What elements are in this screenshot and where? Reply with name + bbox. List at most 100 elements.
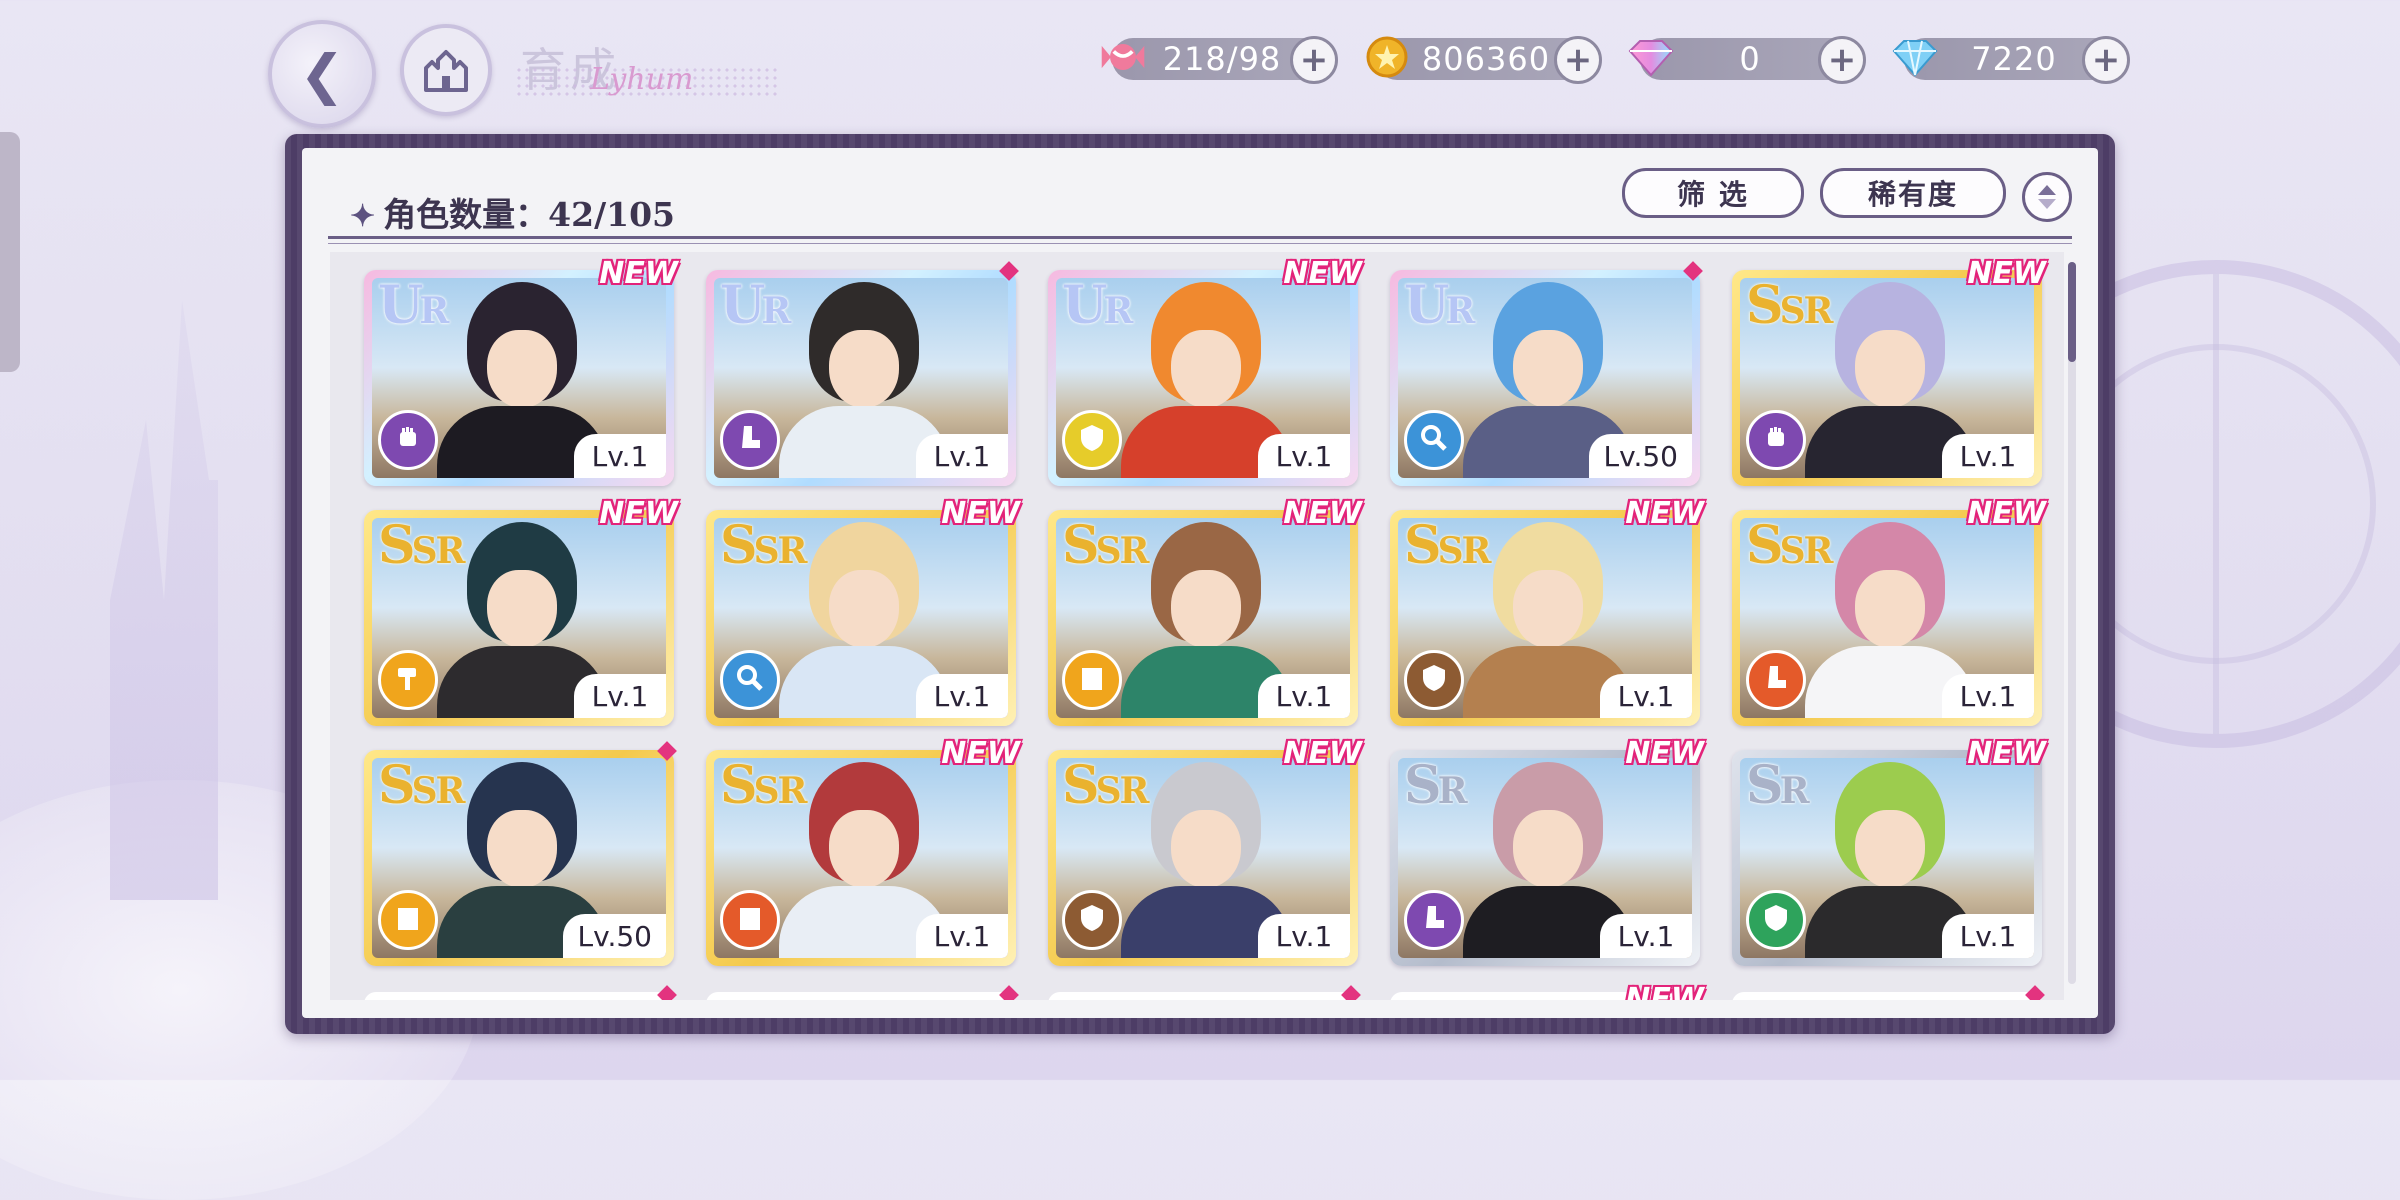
new-badge: NEW <box>1283 736 1362 771</box>
character-card[interactable]: SSR Lv.1 NEW <box>1390 496 1704 726</box>
character-card[interactable]: UR Lv.1 NEW <box>364 256 678 486</box>
character-portrait: SSR Lv.1 <box>714 518 1008 718</box>
level-label: Lv.1 <box>1258 914 1350 958</box>
paid-gems-counter: 0 + <box>1628 36 1866 84</box>
character-card-partial[interactable] <box>1732 985 2045 1000</box>
portrait-face <box>1171 810 1241 888</box>
side-drawer-handle[interactable] <box>0 132 20 372</box>
character-portrait: SSR Lv.1 <box>1740 278 2034 478</box>
shield-icon <box>1760 902 1792 938</box>
rainbow-diamond-icon <box>1626 32 1676 82</box>
character-card-partial[interactable]: NEW <box>1390 982 1704 1000</box>
attribute-badge <box>1404 890 1464 950</box>
new-badge: NEW <box>1967 496 2046 531</box>
character-card-partial[interactable] <box>364 985 677 1000</box>
character-card[interactable]: SSR Lv.1 NEW <box>364 496 678 726</box>
sort-order-button[interactable] <box>2022 172 2072 222</box>
rarity-label: SSR <box>1062 758 1149 816</box>
rarity-label: SSR <box>720 758 807 816</box>
character-portrait: UR Lv.1 <box>714 278 1008 478</box>
new-badge: NEW <box>1625 496 1704 531</box>
rarity-label: SSR <box>1746 518 1833 576</box>
character-card[interactable]: UR Lv.50 <box>1390 261 1703 486</box>
character-grid[interactable]: UR Lv.1 NEW UR Lv.1 UR Lv.1 NEW UR Lv.50… <box>330 252 2064 1000</box>
new-badge: NEW <box>1283 256 1362 291</box>
title-script-text: Lyhum <box>590 62 694 97</box>
rarity-label: SSR <box>1746 278 1833 336</box>
level-label: Lv.1 <box>1942 434 2034 478</box>
rarity-label: UR <box>1062 278 1133 336</box>
portrait-face <box>1513 330 1583 408</box>
magnifier-icon <box>1418 422 1450 458</box>
rarity-label: SSR <box>720 518 807 576</box>
character-card[interactable]: SSR Lv.50 <box>364 741 677 966</box>
character-card[interactable]: UR Lv.1 NEW <box>1048 256 1362 486</box>
character-portrait: SR Lv.1 <box>1398 758 1692 958</box>
free-gems-add-button[interactable]: + <box>2082 36 2130 84</box>
new-dot-badge <box>1341 985 1361 1000</box>
new-badge: NEW <box>941 736 1020 771</box>
portrait-face <box>829 330 899 408</box>
level-label: Lv.1 <box>1942 914 2034 958</box>
level-label: Lv.50 <box>563 914 666 958</box>
attribute-badge <box>1062 410 1122 470</box>
character-card[interactable]: SR Lv.1 NEW <box>1390 736 1704 966</box>
character-card[interactable]: SSR Lv.1 NEW <box>1732 256 2046 486</box>
rarity-label: SSR <box>378 518 465 576</box>
character-panel: ✦ 角色数量：42/105 筛 选 稀有度 UR Lv.1 NEW UR Lv.… <box>285 134 2115 1034</box>
magnifier-icon <box>734 662 766 698</box>
attribute-badge <box>1746 890 1806 950</box>
portrait-face <box>1171 330 1241 408</box>
character-portrait: UR Lv.1 <box>1056 278 1350 478</box>
character-card[interactable]: SSR Lv.1 NEW <box>706 736 1020 966</box>
filter-button[interactable]: 筛 选 <box>1622 168 1804 218</box>
boot-icon <box>1760 662 1792 698</box>
character-card-partial[interactable] <box>706 985 1019 1000</box>
sparkle-icon: ✦ <box>350 199 376 234</box>
back-button[interactable]: ❮ <box>268 20 376 128</box>
panel-inner: ✦ 角色数量：42/105 筛 选 稀有度 UR Lv.1 NEW UR Lv.… <box>302 148 2098 1018</box>
portrait-face <box>487 810 557 888</box>
stamina-add-button[interactable]: + <box>1290 36 1338 84</box>
character-card[interactable]: SSR Lv.1 NEW <box>1048 496 1362 726</box>
header-divider <box>328 236 2072 244</box>
shield-icon <box>1418 662 1450 698</box>
gold-add-button[interactable]: + <box>1554 36 1602 84</box>
new-badge: NEW <box>599 256 678 291</box>
character-portrait: SSR Lv.1 <box>372 518 666 718</box>
character-portrait: UR Lv.50 <box>1398 278 1692 478</box>
rarity-sort-button[interactable]: 稀有度 <box>1820 168 2006 218</box>
home-button[interactable] <box>400 24 492 116</box>
attribute-badge <box>720 410 780 470</box>
stamina-counter: 218/98 + <box>1101 36 1338 84</box>
attribute-badge <box>1746 410 1806 470</box>
attribute-badge <box>720 890 780 950</box>
character-portrait: SSR Lv.50 <box>372 758 666 958</box>
level-label: Lv.1 <box>574 674 666 718</box>
new-dot-badge <box>999 985 1019 1000</box>
rarity-label: SR <box>1746 758 1809 816</box>
character-card[interactable]: UR Lv.1 <box>706 261 1019 486</box>
level-label: Lv.1 <box>916 674 1008 718</box>
attribute-badge <box>378 650 438 710</box>
attribute-badge <box>1746 650 1806 710</box>
book-icon <box>392 902 424 938</box>
character-card[interactable]: SSR Lv.1 NEW <box>1048 736 1362 966</box>
grid-scrollbar[interactable] <box>2068 262 2076 984</box>
character-card-partial[interactable] <box>1048 985 1361 1000</box>
character-card[interactable]: SSR Lv.1 NEW <box>1732 496 2046 726</box>
attribute-badge <box>1404 650 1464 710</box>
portrait-face <box>1855 810 1925 888</box>
new-badge: NEW <box>1625 982 1704 1000</box>
character-card[interactable]: SSR Lv.1 NEW <box>706 496 1020 726</box>
character-portrait: SR Lv.1 <box>1740 758 2034 958</box>
level-label: Lv.1 <box>1258 674 1350 718</box>
scrollbar-thumb[interactable] <box>2068 262 2076 362</box>
hammer-icon <box>392 662 424 698</box>
fist-icon <box>392 422 424 458</box>
paid-gems-add-button[interactable]: + <box>1818 36 1866 84</box>
rarity-label: UR <box>378 278 449 336</box>
character-count: ✦ 角色数量：42/105 <box>350 195 676 234</box>
character-card[interactable]: SR Lv.1 NEW <box>1732 736 2046 966</box>
diamond-icon <box>1890 32 1940 82</box>
